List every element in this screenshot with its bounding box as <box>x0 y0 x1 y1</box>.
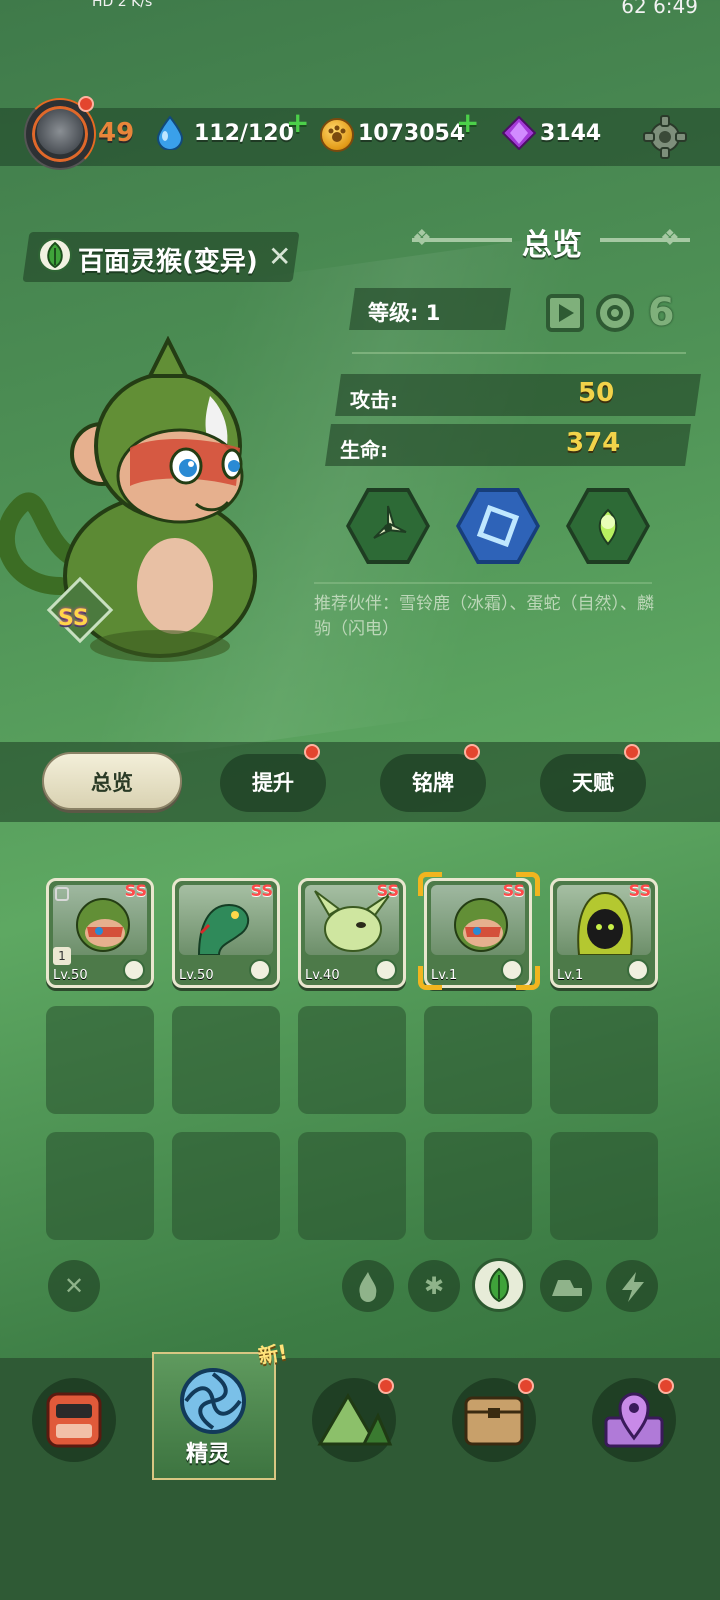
lock-icon <box>55 887 69 901</box>
level-value: 1 <box>425 301 441 325</box>
orb-icon <box>598 508 618 546</box>
tab-talent-badge <box>624 744 640 760</box>
selection-corner <box>516 872 540 896</box>
empty-slot <box>46 1132 154 1240</box>
level-label: 等级: <box>368 301 419 325</box>
clock: 6:49 <box>653 0 698 18</box>
rock-filter-icon[interactable] <box>540 1260 592 1312</box>
selection-corner <box>418 872 442 896</box>
gems-value: 3144 <box>540 121 602 146</box>
new-tag: 新! <box>256 1339 290 1369</box>
nav-map-badge <box>378 1378 394 1394</box>
empty-slot <box>172 1132 280 1240</box>
level-tag: Lv.50 <box>179 968 214 983</box>
tab-upgrade-badge <box>304 744 320 760</box>
water-value: 112/120 <box>194 121 294 146</box>
frame-icon <box>476 504 520 548</box>
add-coins-button[interactable]: + <box>456 106 479 139</box>
tab-talent[interactable]: 天赋 <box>540 754 646 812</box>
snowflake-filter-icon[interactable]: ✱ <box>408 1260 460 1312</box>
empty-slot <box>172 1006 280 1114</box>
coins-value: 1073054 <box>358 121 466 146</box>
shuriken-icon <box>373 505 407 539</box>
recommended-partners: 推荐伙伴：雪铃鹿（冰霜）、蛋蛇（自然）、麟驹（闪电） <box>314 594 654 639</box>
attack-value: 50 <box>578 378 615 408</box>
clear-filter-icon[interactable]: ✕ <box>48 1260 100 1312</box>
pet-card-1[interactable]: 1 SS Lv.50 <box>46 878 154 988</box>
nav-shop-button[interactable] <box>32 1378 116 1462</box>
leaf-icon <box>123 959 145 981</box>
skill-slot-3[interactable] <box>566 488 650 564</box>
slot-number: 1 <box>53 947 71 965</box>
lightning-filter-icon[interactable] <box>606 1260 658 1312</box>
pet-card-5[interactable]: SS Lv.1 <box>550 878 658 988</box>
ornament-left-tip: ❖ <box>412 226 432 251</box>
skill-slot-1[interactable] <box>346 488 430 564</box>
skill-slot-2[interactable] <box>456 488 540 564</box>
level-tag: Lv.50 <box>53 968 88 983</box>
empty-slot <box>550 1132 658 1240</box>
settings-gear-icon[interactable] <box>642 114 688 160</box>
fire-filter-icon[interactable] <box>342 1260 394 1312</box>
pet-card-3[interactable]: SS Lv.40 <box>298 878 406 988</box>
status-bar: HD 2 K/s 62 6:49 <box>0 0 720 22</box>
add-water-button[interactable]: + <box>286 106 309 139</box>
empty-slot <box>298 1006 406 1114</box>
rank-tag: SS <box>250 881 273 900</box>
rank-tag: SS <box>124 881 147 900</box>
tab-upgrade[interactable]: 提升 <box>220 754 326 812</box>
overview-title: 总览 <box>522 228 582 263</box>
tab-overview[interactable]: 总览 <box>42 752 182 810</box>
level-row: 等级: 1 <box>368 297 440 327</box>
divider <box>352 352 686 354</box>
empty-slot <box>550 1006 658 1114</box>
gem-icon <box>502 116 536 150</box>
coin-icon <box>320 118 354 152</box>
number-six-icon[interactable]: 6 <box>648 290 674 334</box>
water-drop-icon <box>156 116 184 150</box>
leaf-icon <box>249 959 271 981</box>
leaf-element-icon <box>38 238 72 272</box>
hp-label: 生命: <box>340 438 388 462</box>
pet-card-2[interactable]: SS Lv.50 <box>172 878 280 988</box>
target-icon[interactable] <box>596 294 634 332</box>
pet-name: 百面灵猴(变异) <box>78 247 258 277</box>
leaf-filter-icon[interactable] <box>472 1258 526 1312</box>
empty-slot <box>298 1132 406 1240</box>
hp-value: 374 <box>566 428 621 458</box>
status-left: HD 2 K/s <box>92 0 153 10</box>
tab-nameplate-badge <box>464 744 480 760</box>
pets-swirl-icon <box>180 1368 246 1434</box>
leaf-icon <box>627 959 649 981</box>
empty-slot <box>424 1006 532 1114</box>
player-level: 49 <box>98 118 135 148</box>
empty-slot <box>46 1006 154 1114</box>
shop-icon <box>46 1392 102 1448</box>
leaf-icon <box>375 959 397 981</box>
selection-corner <box>418 966 442 990</box>
rank-badge: SS <box>58 606 89 631</box>
divider-2 <box>314 582 652 584</box>
ornament-right-tip: ❖ <box>660 226 680 251</box>
nav-pets-label: 精灵 <box>186 1442 231 1467</box>
empty-slot <box>424 1132 532 1240</box>
nav-chest-badge <box>518 1378 534 1394</box>
attack-label: 攻击: <box>350 388 398 412</box>
level-tag: Lv.40 <box>305 968 340 983</box>
close-icon[interactable]: ✕ <box>268 240 291 273</box>
pet-portrait <box>0 336 257 662</box>
avatar-notification-dot <box>78 96 94 112</box>
tab-nameplate[interactable]: 铭牌 <box>380 754 486 812</box>
battery-level: 62 <box>621 0 647 18</box>
selection-corner <box>516 966 540 990</box>
status-right: 62 6:49 <box>621 0 698 18</box>
play-icon[interactable] <box>546 294 584 332</box>
rank-tag: SS <box>628 881 651 900</box>
nav-location-badge <box>658 1378 674 1394</box>
rank-tag: SS <box>376 881 399 900</box>
level-tag: Lv.1 <box>557 968 584 983</box>
